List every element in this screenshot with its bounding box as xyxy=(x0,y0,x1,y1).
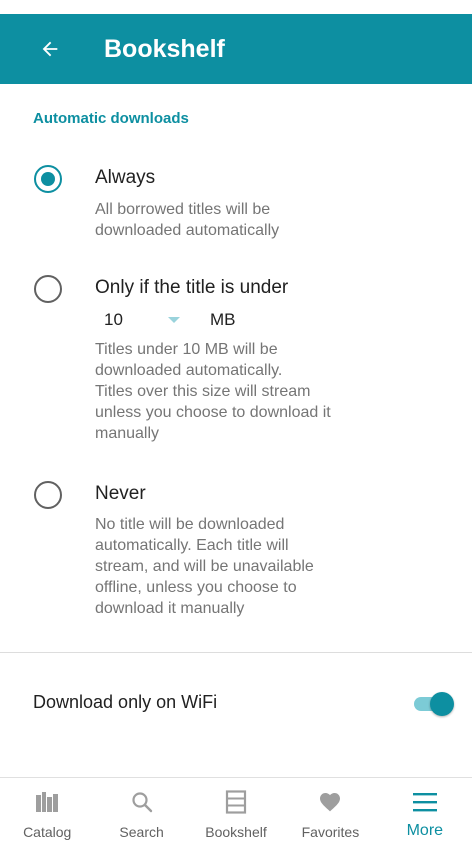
nav-bookshelf[interactable]: Bookshelf xyxy=(189,778,283,844)
size-value: 10 xyxy=(104,310,123,329)
divider xyxy=(0,652,472,653)
bookshelf-icon xyxy=(222,788,250,816)
section-label: Automatic downloads xyxy=(33,110,189,127)
nav-search[interactable]: Search xyxy=(94,778,188,844)
nav-more[interactable]: More xyxy=(378,778,472,844)
search-icon xyxy=(128,788,156,816)
arrow-left-icon xyxy=(42,41,58,57)
wifi-only-toggle[interactable] xyxy=(412,690,456,718)
wifi-only-label: Download only on WiFi xyxy=(33,692,218,712)
page-title: Bookshelf xyxy=(104,34,225,63)
nav-label: Search xyxy=(119,824,164,840)
option-description: Titles under 10 MB will be downloaded au… xyxy=(95,341,331,442)
heart-icon xyxy=(316,788,344,816)
bottom-nav: Catalog Search Bookshelf Favorites More xyxy=(0,777,472,844)
back-button[interactable] xyxy=(22,14,78,84)
size-unit: MB xyxy=(210,310,236,329)
option-description: All borrowed titles will be downloaded a… xyxy=(95,201,280,239)
nav-favorites[interactable]: Favorites xyxy=(283,778,377,844)
nav-label: Catalog xyxy=(23,824,72,840)
nav-label: Favorites xyxy=(301,824,360,840)
nav-catalog[interactable]: Catalog xyxy=(0,778,94,844)
menu-icon xyxy=(411,788,439,816)
size-dropdown[interactable]: 10 xyxy=(104,310,188,330)
toggle-thumb xyxy=(430,692,454,716)
option-title: Only if the title is under xyxy=(95,277,289,298)
catalog-icon xyxy=(33,788,61,816)
option-title: Never xyxy=(95,483,146,504)
radio-always[interactable] xyxy=(34,165,62,193)
size-limit-row: 10 MB xyxy=(104,305,284,335)
nav-label: More xyxy=(406,822,444,839)
app-bar: Bookshelf xyxy=(0,14,472,84)
option-title: Always xyxy=(95,167,156,188)
nav-label: Bookshelf xyxy=(205,824,267,840)
radio-size-limit[interactable] xyxy=(34,275,62,303)
dropdown-caret-icon xyxy=(168,317,180,323)
radio-never[interactable] xyxy=(34,481,62,509)
option-description: No title will be downloaded automaticall… xyxy=(95,516,314,617)
